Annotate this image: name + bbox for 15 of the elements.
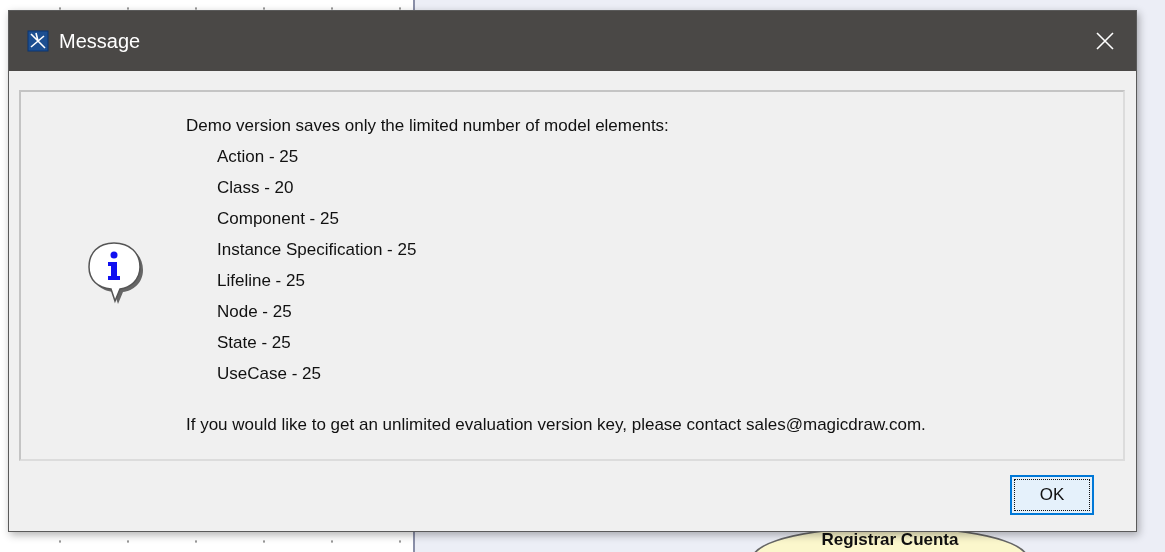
limit-item: State - 25 xyxy=(216,332,292,354)
close-icon xyxy=(1096,32,1114,50)
window-title: Message xyxy=(59,29,142,53)
limit-item: Class - 20 xyxy=(216,177,295,199)
limit-item: Component - 25 xyxy=(216,208,340,230)
use-case-label: Registrar Cuenta xyxy=(821,530,959,550)
app-icon xyxy=(27,30,49,52)
limit-item: Action - 25 xyxy=(216,146,300,168)
message-text: Demo version saves only the limited number of model elements: xyxy=(186,115,670,137)
limit-item: UseCase - 25 xyxy=(216,363,322,385)
limit-item: Instance Specification - 25 xyxy=(216,239,418,261)
contact-text: If you would like to get an unlimited evaluation version key, please contact sales@magicdraw.com. xyxy=(186,414,927,436)
limit-item: Node - 25 xyxy=(216,301,293,323)
ok-button[interactable]: OK xyxy=(1010,475,1094,515)
limit-item: Lifeline - 25 xyxy=(216,270,306,292)
